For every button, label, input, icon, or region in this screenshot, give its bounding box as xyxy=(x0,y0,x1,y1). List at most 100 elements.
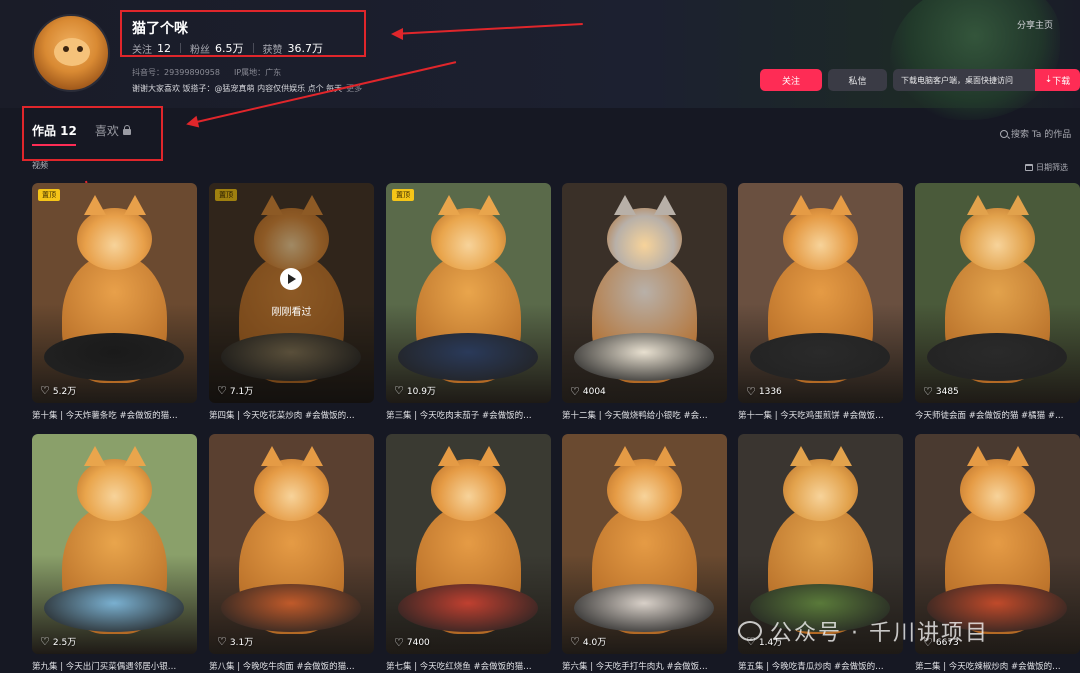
dish xyxy=(750,333,890,381)
play-icon[interactable] xyxy=(280,268,302,290)
watermark: 公众号 · 千川讲项目 xyxy=(738,615,989,647)
cat-head xyxy=(960,459,1035,521)
heart-icon: ♡ xyxy=(570,385,580,398)
date-filter[interactable]: 日期筛选 xyxy=(1025,162,1068,173)
video-card[interactable]: 置顶 ♡ 5.2万第十集 | 今天炸薯条吃 #会做饭的猫… xyxy=(32,183,197,421)
cat-ear xyxy=(614,446,636,466)
profile-meta: 抖音号：29399890958 IP属地：广东 xyxy=(132,67,281,78)
cat-ear xyxy=(301,446,323,466)
video-card[interactable]: ♡ 4004 第十二集 | 今天做烧鸭给小银吃 #会… xyxy=(562,183,727,421)
video-likes-count: 5.2万 xyxy=(52,387,77,397)
cat-ear xyxy=(261,446,283,466)
video-likes-count: 2.5万 xyxy=(52,638,77,648)
cat-ear xyxy=(438,195,460,215)
dish xyxy=(574,333,714,381)
heart-icon: ♡ xyxy=(217,635,227,648)
video-title[interactable]: 第十集 | 今天炸薯条吃 #会做饭的猫… xyxy=(32,409,197,421)
dish xyxy=(221,584,361,632)
video-card[interactable]: ♡ 4.0万第六集 | 今天吃手打牛肉丸 #会做饭… xyxy=(562,434,727,672)
dish xyxy=(398,584,538,632)
video-card[interactable]: ♡ 3.1万第八集 | 今晚吃牛肉面 #会做饭的猫… xyxy=(209,434,374,672)
video-likes: ♡ 2.5万 xyxy=(40,635,76,648)
section-label-videos: 视频 xyxy=(32,161,48,170)
video-likes-count: 3485 xyxy=(935,386,959,397)
cat-ear xyxy=(654,195,676,215)
dish xyxy=(44,584,184,632)
video-thumbnail[interactable]: 置顶 刚刚看过 ♡ 7.1万 xyxy=(209,183,374,403)
video-likes: ♡ 3485 xyxy=(923,386,959,397)
download-icon: ⇣ xyxy=(1044,75,1053,85)
search-works[interactable]: 搜索 Ta 的作品 xyxy=(1000,127,1071,140)
cat-ear xyxy=(124,195,146,215)
video-thumbnail[interactable]: ♡ 4.0万 xyxy=(562,434,727,654)
dish xyxy=(927,333,1067,381)
video-likes-count: 10.9万 xyxy=(406,387,436,397)
cat-ear xyxy=(790,195,812,215)
video-title[interactable]: 第七集 | 今天吃红烧鱼 #会做饭的猫… xyxy=(386,660,551,672)
video-title[interactable]: 第五集 | 今晚吃青瓜炒肉 #会做饭的… xyxy=(738,660,903,672)
video-title[interactable]: 第十一集 | 今天吃鸡蛋煎饼 #会做饭… xyxy=(738,409,903,421)
bio-text: 谢谢大家喜欢 饭搭子：@猛宠真萌 内容仅供娱乐 点个 每天 xyxy=(132,84,343,93)
heart-icon: ♡ xyxy=(217,384,227,397)
annotation-arrowhead xyxy=(184,115,200,131)
video-title[interactable]: 今天师徒会面 #会做饭的猫 #橘猫 #… xyxy=(915,409,1080,421)
wechat-icon xyxy=(738,621,762,641)
annotation-box-profile xyxy=(120,10,366,57)
video-likes: ♡ 4.0万 xyxy=(570,635,606,648)
video-title[interactable]: 第八集 | 今晚吃牛肉面 #会做饭的猫… xyxy=(209,660,374,672)
cat-ear xyxy=(1007,446,1029,466)
video-card[interactable]: ♡ 2.5万第九集 | 今天出门买菜偶遇邻居小银… xyxy=(32,434,197,672)
video-title[interactable]: 第四集 | 今天吃花菜炒肉 #会做饭的… xyxy=(209,409,374,421)
video-thumbnail[interactable]: ♡ 3485 xyxy=(915,183,1080,403)
video-thumbnail[interactable]: ♡ 7400 xyxy=(386,434,551,654)
video-thumbnail[interactable]: ♡ 4004 xyxy=(562,183,727,403)
dish xyxy=(44,333,184,381)
video-title[interactable]: 第三集 | 今天吃肉末茄子 #会做饭的… xyxy=(386,409,551,421)
video-likes: ♡ 5.2万 xyxy=(40,384,76,397)
cat-head xyxy=(77,208,152,270)
download-tip: 下载电脑客户端，桌面快捷访问 xyxy=(901,75,1013,85)
search-icon xyxy=(1000,129,1008,138)
cat-ear xyxy=(84,446,106,466)
video-card[interactable]: ♡ 1336 第十一集 | 今天吃鸡蛋煎饼 #会做饭… xyxy=(738,183,903,421)
share-profile-link[interactable]: 分享主页 xyxy=(1017,18,1053,31)
cat-ear xyxy=(790,446,812,466)
tab-works[interactable]: 作品 12 xyxy=(32,122,77,146)
message-button[interactable]: 私信 xyxy=(828,69,887,91)
cat-head xyxy=(783,459,858,521)
video-thumbnail[interactable]: ♡ 2.5万 xyxy=(32,434,197,654)
video-title[interactable]: 第九集 | 今天出门买菜偶遇邻居小银… xyxy=(32,660,197,672)
video-title[interactable]: 第十二集 | 今天做烧鸭给小银吃 #会… xyxy=(562,409,727,421)
video-likes-count: 7400 xyxy=(406,637,430,648)
video-thumbnail[interactable]: ♡ 1336 xyxy=(738,183,903,403)
video-likes: ♡ 4004 xyxy=(570,386,606,397)
video-card[interactable]: 置顶 刚刚看过 ♡ 7.1万第四集 | 今天吃花菜炒肉 #会做饭的… xyxy=(209,183,374,421)
heart-icon: ♡ xyxy=(394,636,404,649)
cat-head xyxy=(431,208,506,270)
video-card[interactable]: 置顶 ♡ 10.9万第三集 | 今天吃肉末茄子 #会做饭的… xyxy=(386,183,551,421)
heart-icon: ♡ xyxy=(40,384,50,397)
follow-button[interactable]: 关注 xyxy=(760,69,822,91)
tab-likes[interactable]: 喜欢 xyxy=(95,122,131,139)
video-thumbnail[interactable]: 置顶 ♡ 5.2万 xyxy=(32,183,197,403)
video-thumbnail[interactable]: ♡ 3.1万 xyxy=(209,434,374,654)
cat-ear xyxy=(614,195,636,215)
heart-icon: ♡ xyxy=(746,385,756,398)
watched-overlay xyxy=(209,183,374,403)
cat-ear xyxy=(84,195,106,215)
cat-ear xyxy=(830,446,852,466)
video-title[interactable]: 第六集 | 今天吃手打牛肉丸 #会做饭… xyxy=(562,660,727,672)
heart-icon: ♡ xyxy=(570,635,580,648)
date-filter-label: 日期筛选 xyxy=(1036,163,1068,172)
video-title[interactable]: 第二集 | 今天吃辣椒炒肉 #会做饭的… xyxy=(915,660,1080,672)
video-card[interactable]: ♡ 3485 今天师徒会面 #会做饭的猫 #橘猫 #… xyxy=(915,183,1080,421)
download-button[interactable]: ⇣ 下载 xyxy=(1035,69,1080,91)
video-thumbnail[interactable]: 置顶 ♡ 10.9万 xyxy=(386,183,551,403)
avatar[interactable] xyxy=(32,14,110,92)
profile-tabs: 作品 12 喜欢 xyxy=(32,122,131,146)
cat-ear xyxy=(478,195,500,215)
search-label: 搜索 Ta 的作品 xyxy=(1011,130,1072,140)
cat-head xyxy=(607,459,682,521)
video-card[interactable]: ♡ 7400 第七集 | 今天吃红烧鱼 #会做饭的猫… xyxy=(386,434,551,672)
calendar-icon xyxy=(1025,164,1033,171)
